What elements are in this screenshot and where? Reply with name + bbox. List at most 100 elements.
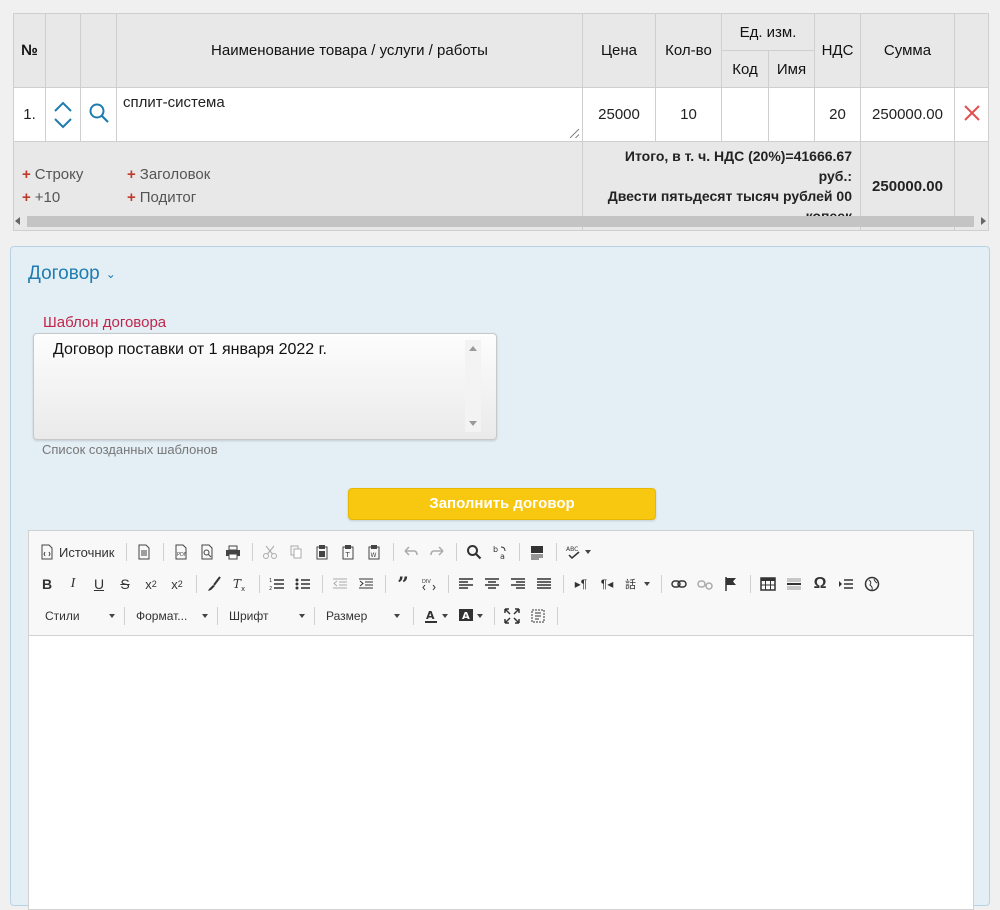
scroll-right-icon[interactable]: [981, 217, 986, 225]
rtl-button[interactable]: ¶◂: [595, 572, 619, 596]
ltr-button[interactable]: ▸¶: [569, 572, 593, 596]
add-row-link[interactable]: + Строку: [22, 163, 127, 186]
italic-button[interactable]: I: [61, 572, 85, 596]
chevron-down-icon: [202, 614, 208, 618]
format-dropdown[interactable]: Формат...: [126, 604, 214, 628]
scrollbar-thumb[interactable]: [27, 216, 974, 227]
chevron-up-icon[interactable]: [53, 101, 73, 113]
outdent-button[interactable]: [328, 572, 352, 596]
svg-text:A: A: [462, 611, 470, 622]
blockquote-button[interactable]: ”: [391, 572, 415, 596]
export-pdf-button[interactable]: PDF: [169, 540, 193, 564]
header-vat: НДС: [814, 13, 861, 88]
show-blocks-button[interactable]: [526, 604, 550, 628]
indent-button[interactable]: [354, 572, 378, 596]
language-button[interactable]: 話: [621, 572, 654, 596]
template-label: Шаблон договора: [43, 314, 167, 331]
item-unit-name-input[interactable]: [768, 87, 815, 142]
find-button[interactable]: [462, 540, 486, 564]
contract-section-toggle[interactable]: Договор ⌄: [28, 263, 116, 285]
scroll-left-icon[interactable]: [15, 217, 20, 225]
item-name-textarea[interactable]: сплит-система: [117, 88, 582, 141]
align-justify-button[interactable]: [532, 572, 556, 596]
chevron-down-icon[interactable]: [53, 117, 73, 129]
font-dropdown[interactable]: Шрифт: [219, 604, 311, 628]
toolbar-separator: [563, 575, 564, 593]
text-color-button[interactable]: A: [419, 604, 452, 628]
redo-button[interactable]: [425, 540, 449, 564]
resize-grip-icon[interactable]: [570, 129, 579, 138]
maximize-button[interactable]: [500, 604, 524, 628]
new-page-button[interactable]: [132, 540, 156, 564]
background-color-button[interactable]: A: [454, 604, 487, 628]
header-name: Наименование товара / услуги / работы: [116, 13, 583, 88]
fill-contract-button[interactable]: Заполнить договор: [348, 488, 656, 520]
copy-button[interactable]: [284, 540, 308, 564]
item-qty-input[interactable]: 10: [655, 87, 722, 142]
template-scrollbar[interactable]: [465, 340, 481, 432]
paste-button[interactable]: [310, 540, 334, 564]
create-div-button[interactable]: DIV: [417, 572, 441, 596]
strikethrough-button[interactable]: S: [113, 572, 137, 596]
add-ten-link[interactable]: + +10: [22, 186, 127, 209]
scroll-up-icon[interactable]: [469, 346, 477, 351]
source-button[interactable]: Источник: [35, 540, 119, 564]
item-unit-code-input[interactable]: [721, 87, 769, 142]
undo-icon: [403, 546, 418, 556]
print-icon: [225, 545, 240, 560]
undo-button[interactable]: [399, 540, 423, 564]
copy-format-button[interactable]: [202, 572, 226, 596]
bold-button[interactable]: B: [35, 572, 59, 596]
search-icon: [466, 545, 481, 560]
item-vat-input[interactable]: 20: [814, 87, 861, 142]
special-char-button[interactable]: Ω: [808, 572, 832, 596]
indent-icon: [359, 578, 373, 589]
plus-icon: +: [22, 189, 31, 206]
horizontal-rule-button[interactable]: [782, 572, 806, 596]
toolbar-separator: [385, 575, 386, 593]
replace-button[interactable]: ba: [488, 540, 512, 564]
header-actions: [954, 13, 989, 88]
delete-icon[interactable]: [962, 103, 982, 123]
select-all-button[interactable]: [525, 540, 549, 564]
cut-button[interactable]: [258, 540, 282, 564]
underline-button[interactable]: U: [87, 572, 111, 596]
subscript-button[interactable]: x2: [139, 572, 163, 596]
toolbar-separator: [518, 543, 520, 561]
unlink-icon: [697, 580, 713, 590]
print-button[interactable]: [221, 540, 245, 564]
align-right-button[interactable]: [506, 572, 530, 596]
link-button[interactable]: [667, 572, 691, 596]
row-move-controls: [45, 87, 81, 142]
superscript-button[interactable]: x2: [165, 572, 189, 596]
size-dropdown[interactable]: Размер: [316, 604, 406, 628]
numbered-list-button[interactable]: 12: [265, 572, 289, 596]
template-option[interactable]: Договор поставки от 1 января 2022 г.: [53, 341, 327, 359]
anchor-button[interactable]: [719, 572, 743, 596]
align-left-button[interactable]: [454, 572, 478, 596]
item-price-input[interactable]: 25000: [582, 87, 656, 142]
scroll-down-icon[interactable]: [469, 421, 477, 426]
iframe-button[interactable]: [860, 572, 884, 596]
styles-dropdown[interactable]: Стили: [35, 604, 121, 628]
add-subtotal-link[interactable]: + Подитог: [127, 186, 232, 209]
align-center-button[interactable]: [480, 572, 504, 596]
svg-text:W: W: [370, 552, 376, 559]
globe-icon: [864, 576, 880, 592]
editor-content-area[interactable]: [29, 636, 973, 909]
paste-text-button[interactable]: T: [336, 540, 360, 564]
bulleted-list-button[interactable]: [291, 572, 315, 596]
numbered-list-icon: 12: [269, 578, 284, 592]
page-break-button[interactable]: [834, 572, 858, 596]
horizontal-scrollbar[interactable]: [13, 213, 988, 229]
paste-word-button[interactable]: W: [362, 540, 386, 564]
add-header-link[interactable]: + Заголовок: [127, 163, 232, 186]
template-listbox[interactable]: Договор поставки от 1 января 2022 г.: [33, 333, 497, 440]
table-button[interactable]: [756, 572, 780, 596]
unlink-button[interactable]: [693, 572, 717, 596]
preview-button[interactable]: [195, 540, 219, 564]
toolbar-separator: [555, 543, 557, 561]
spellcheck-button[interactable]: ABC: [562, 540, 597, 564]
remove-format-button[interactable]: Tx: [228, 572, 252, 596]
search-icon[interactable]: [88, 102, 110, 124]
